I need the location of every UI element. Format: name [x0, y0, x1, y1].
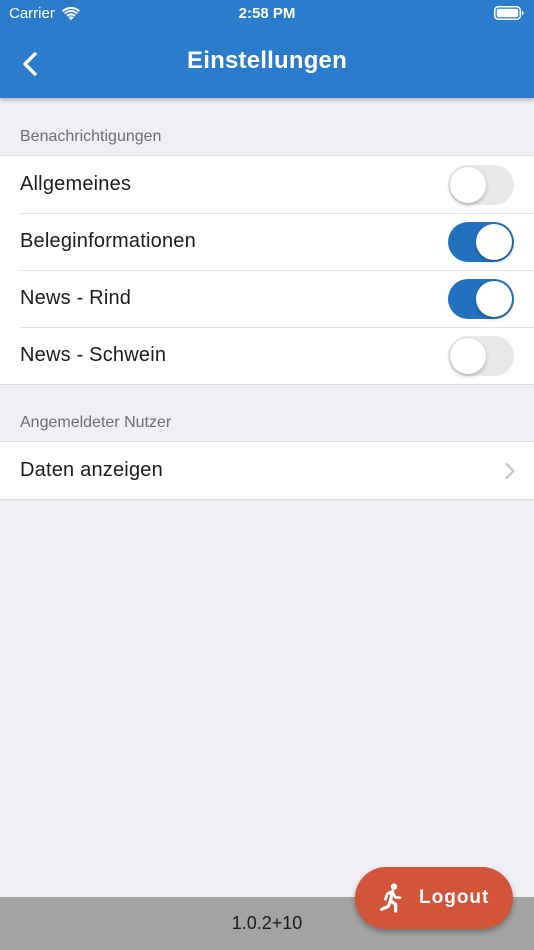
toggle-knob — [476, 223, 512, 260]
toggle-allgemeines[interactable] — [448, 164, 514, 205]
toggle-knob — [476, 280, 512, 317]
user-group: Daten anzeigen — [0, 441, 534, 500]
toggle-knob — [450, 337, 486, 374]
show-data-row[interactable]: Daten anzeigen — [0, 442, 534, 499]
notification-row-news-rind: News - Rind — [0, 270, 534, 327]
notification-label: Allgemeines — [20, 173, 132, 195]
notification-row-beleginformationen: Beleginformationen — [0, 213, 534, 270]
chevron-right-icon — [505, 462, 515, 479]
toggle-beleginformationen[interactable] — [448, 221, 514, 262]
section-header-user: Angemeldeter Nutzer — [20, 414, 172, 431]
app-bar: Carrier 2:58 PM Einstellungen — [0, 0, 534, 98]
notification-label: News - Rind — [20, 287, 132, 309]
page-title: Einstellungen — [187, 47, 347, 74]
toggle-knob — [450, 166, 486, 203]
notification-label: Beleginformationen — [20, 230, 196, 252]
version-label: 1.0.2+10 — [231, 913, 303, 933]
notification-row-allgemeines: Allgemeines — [0, 156, 534, 213]
notification-label: News - Schwein — [20, 344, 167, 366]
show-data-label: Daten anzeigen — [20, 459, 163, 481]
status-time: 2:58 PM — [238, 5, 296, 22]
section-header-notifications: Benachrichtigungen — [20, 128, 162, 145]
running-person-icon — [380, 883, 402, 913]
toggle-news-rind[interactable] — [448, 278, 514, 319]
status-bar: Carrier 2:58 PM — [0, 0, 534, 28]
logout-label: Logout — [419, 887, 490, 908]
notification-row-news-schwein: News - Schwein — [0, 327, 534, 384]
logout-button[interactable]: Logout — [355, 867, 513, 929]
battery-icon — [494, 6, 524, 20]
toggle-news-schwein[interactable] — [448, 335, 514, 376]
notifications-group: Allgemeines Beleginformationen News - Ri… — [0, 155, 534, 385]
